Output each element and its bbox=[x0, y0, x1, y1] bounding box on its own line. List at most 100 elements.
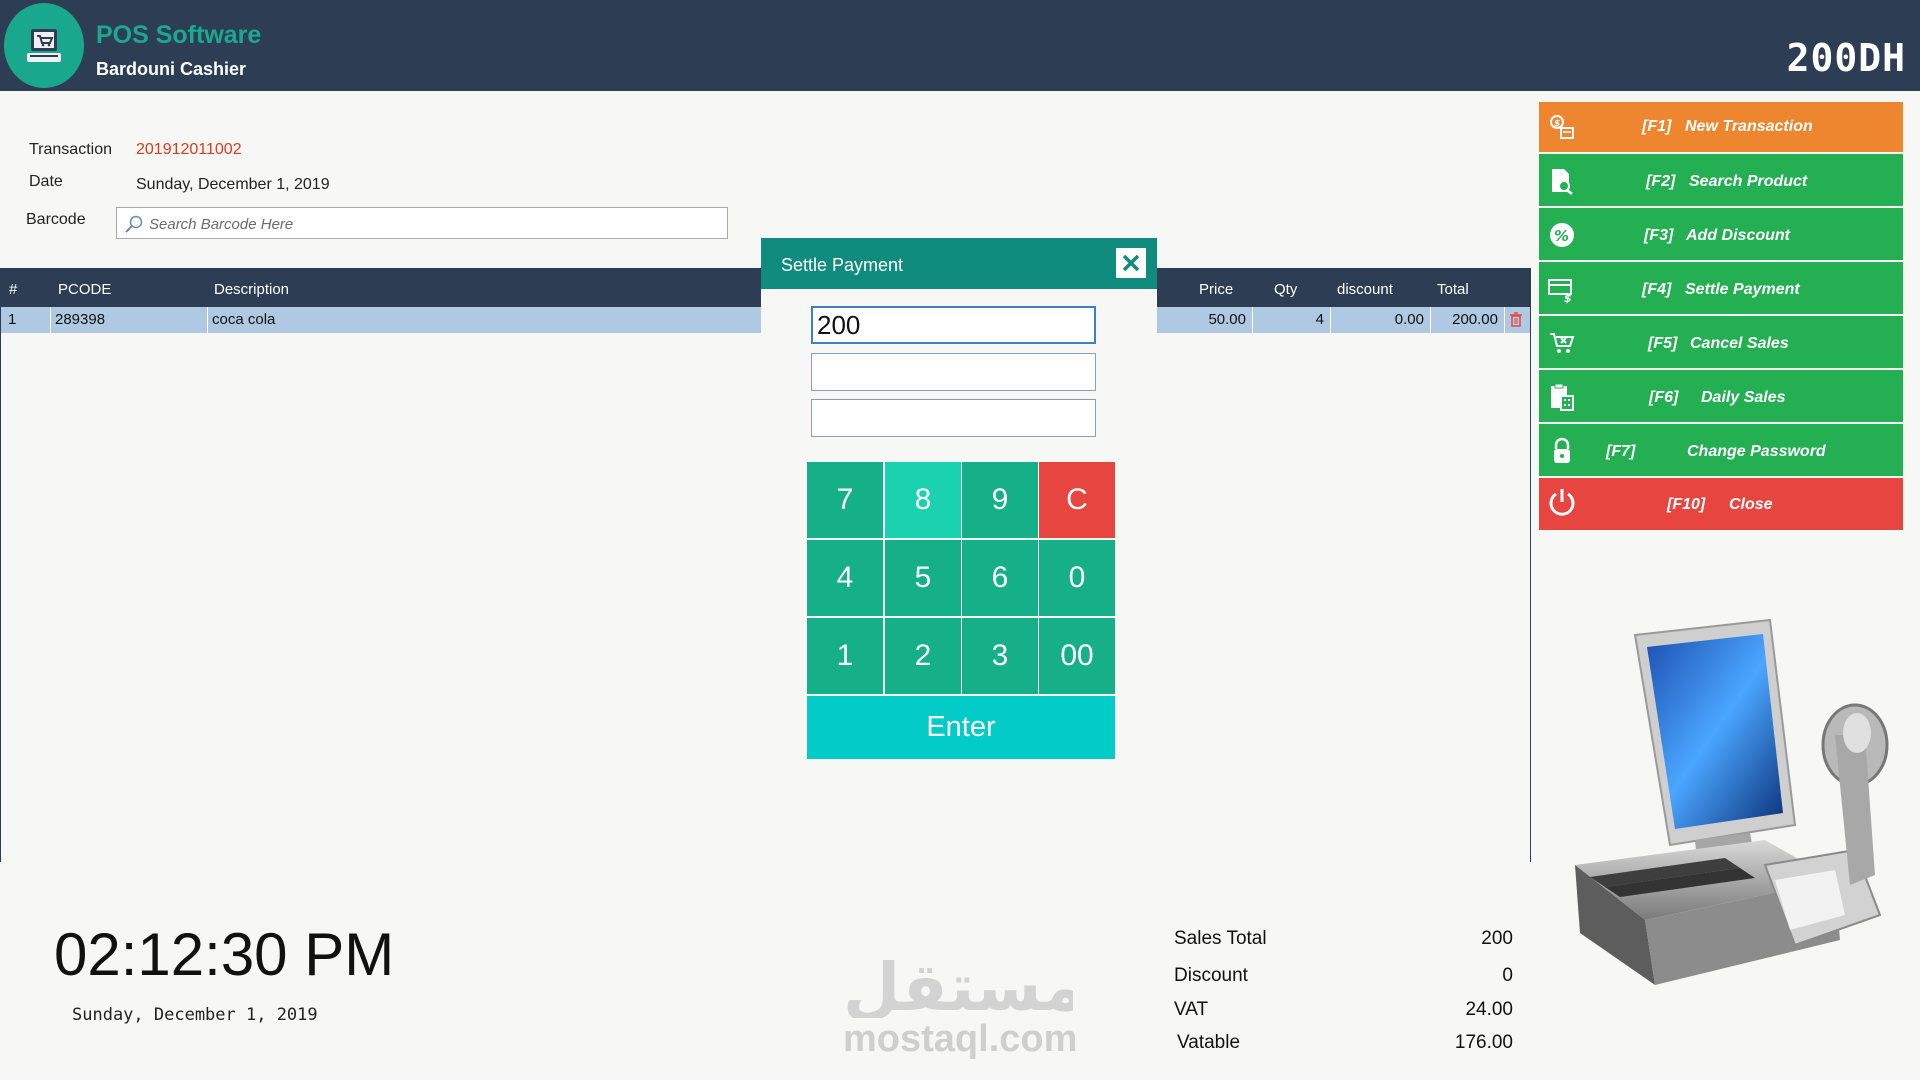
cancel-sales-button[interactable]: [F5] Cancel Sales bbox=[1539, 316, 1903, 370]
cashier-cart-icon bbox=[27, 28, 61, 62]
column-header-qty: Qty bbox=[1274, 281, 1298, 298]
sales-total-value: 200 bbox=[1481, 928, 1513, 949]
cart-cancel-icon bbox=[1550, 333, 1575, 353]
keypad-1-button[interactable]: 1 bbox=[807, 618, 883, 694]
transaction-label: Transaction bbox=[29, 141, 112, 158]
column-header-discount: discount bbox=[1337, 281, 1393, 298]
svg-text:$: $ bbox=[1554, 119, 1560, 129]
action-label: Change Password bbox=[1687, 443, 1826, 460]
vatable-label: Vatable bbox=[1177, 1032, 1241, 1053]
svg-text:%: % bbox=[1554, 227, 1569, 245]
action-label: Daily Sales bbox=[1701, 389, 1786, 406]
action-key: [F5] bbox=[1648, 335, 1678, 352]
keypad-4-button[interactable]: 4 bbox=[807, 540, 883, 616]
svg-text:$: $ bbox=[1564, 292, 1572, 304]
column-header-price: Price bbox=[1199, 281, 1234, 298]
clock-date: Sunday, December 1, 2019 bbox=[72, 1005, 318, 1025]
vatable-value: 176.00 bbox=[1454, 1032, 1513, 1053]
payment-amount-input[interactable] bbox=[811, 306, 1096, 344]
watermark-logo: مستقل bbox=[843, 948, 1084, 1026]
action-key: [F3] bbox=[1644, 227, 1674, 244]
cell-total: 200.00 bbox=[1431, 307, 1505, 333]
keypad-clear-button[interactable]: C bbox=[1039, 462, 1115, 538]
keypad-7-button[interactable]: 7 bbox=[807, 462, 883, 538]
cell-discount: 0.00 bbox=[1331, 307, 1431, 333]
action-key: [F6] bbox=[1649, 389, 1679, 406]
watermark-text: mostaql.com bbox=[843, 1018, 1078, 1060]
keypad-2-button[interactable]: 2 bbox=[885, 618, 961, 694]
new-transaction-button[interactable]: $ [F1] New Transaction bbox=[1539, 102, 1903, 152]
watermark-graphic: مستقل bbox=[843, 949, 1084, 1026]
search-icon bbox=[125, 215, 143, 233]
dialog-header: Settle Payment bbox=[761, 238, 1157, 289]
daily-sales-icon bbox=[1551, 383, 1574, 411]
payment-change-input[interactable] bbox=[811, 399, 1096, 437]
action-label: New Transaction bbox=[1685, 118, 1813, 135]
cell-price: 50.00 bbox=[1161, 307, 1253, 333]
action-key: [F4] bbox=[1642, 281, 1672, 298]
action-label: Close bbox=[1729, 496, 1773, 513]
sales-total-label: Sales Total bbox=[1174, 928, 1267, 949]
date-label: Date bbox=[29, 173, 63, 190]
payment-cash-input[interactable] bbox=[811, 353, 1096, 391]
app-logo bbox=[4, 3, 84, 88]
pos-terminal-illustration bbox=[1575, 618, 1889, 985]
amount-display: 200DH bbox=[1786, 36, 1906, 80]
app-title: POS Software bbox=[96, 21, 262, 49]
barcode-label: Barcode bbox=[26, 211, 86, 228]
app-subtitle: Bardouni Cashier bbox=[96, 59, 247, 79]
clock-time: 02:12:30 PM bbox=[54, 921, 395, 988]
app-header: POS Software Bardouni Cashier 200DH bbox=[0, 0, 1920, 91]
transaction-number: 201912011002 bbox=[136, 141, 242, 158]
keypad-3-button[interactable]: 3 bbox=[962, 618, 1038, 694]
keypad-6-button[interactable]: 6 bbox=[962, 540, 1038, 616]
vat-label: VAT bbox=[1174, 999, 1209, 1020]
enter-button[interactable]: Enter bbox=[807, 696, 1115, 759]
column-header-total: Total bbox=[1437, 281, 1469, 298]
settle-payment-button[interactable]: $ [F4] Settle Payment bbox=[1539, 262, 1903, 316]
close-button[interactable]: [F10] Close bbox=[1539, 478, 1903, 530]
action-key: [F1] bbox=[1642, 118, 1672, 135]
close-icon bbox=[1122, 254, 1140, 272]
action-key: [F10] bbox=[1667, 496, 1706, 513]
new-transaction-icon: $ bbox=[1550, 115, 1574, 139]
action-label: Cancel Sales bbox=[1690, 335, 1789, 352]
lock-icon bbox=[1554, 437, 1570, 463]
cell-qty: 4 bbox=[1253, 307, 1331, 333]
keypad-00-button[interactable]: 00 bbox=[1039, 618, 1115, 694]
discount-value: 0 bbox=[1502, 965, 1513, 986]
keypad-5-button[interactable]: 5 bbox=[885, 540, 961, 616]
vat-value: 24.00 bbox=[1465, 999, 1513, 1020]
keypad-8-button[interactable]: 8 bbox=[885, 462, 961, 538]
settle-payment-dialog: Settle Payment 7 8 9 C 4 5 6 0 1 2 3 00 … bbox=[761, 238, 1157, 759]
action-label: Add Discount bbox=[1686, 227, 1790, 244]
cell-num: 1 bbox=[1, 307, 51, 333]
cell-pcode: 289398 bbox=[51, 307, 208, 333]
barcode-field[interactable] bbox=[116, 207, 728, 239]
change-password-button[interactable]: [F7] Change Password bbox=[1539, 424, 1903, 478]
column-header-pcode: PCODE bbox=[58, 281, 112, 298]
add-discount-button[interactable]: % [F3] Add Discount bbox=[1539, 208, 1903, 262]
action-label: Search Product bbox=[1689, 173, 1808, 190]
search-product-icon bbox=[1552, 169, 1573, 195]
discount-icon: % bbox=[1550, 223, 1574, 247]
column-header-description: Description bbox=[214, 281, 290, 298]
daily-sales-button[interactable]: [F6] Daily Sales bbox=[1539, 370, 1903, 424]
watermark-arabic: مستقل bbox=[843, 949, 1073, 1018]
keypad-9-button[interactable]: 9 bbox=[962, 462, 1038, 538]
delete-icon[interactable] bbox=[1509, 312, 1523, 328]
barcode-input[interactable] bbox=[147, 211, 721, 237]
dialog-title: Settle Payment bbox=[781, 255, 904, 275]
payment-icon: $ bbox=[1548, 279, 1572, 304]
search-product-button[interactable]: [F2] Search Product bbox=[1539, 154, 1903, 208]
action-key: [F7] bbox=[1606, 443, 1636, 460]
power-icon bbox=[1549, 489, 1575, 516]
action-key: [F2] bbox=[1646, 173, 1676, 190]
cell-description: coca cola bbox=[212, 311, 276, 328]
date-value: Sunday, December 1, 2019 bbox=[136, 176, 330, 193]
keypad-0-button[interactable]: 0 bbox=[1039, 540, 1115, 616]
discount-label: Discount bbox=[1174, 965, 1248, 986]
action-label: Settle Payment bbox=[1685, 281, 1800, 298]
dialog-close-button[interactable] bbox=[1116, 248, 1146, 278]
column-header-num: # bbox=[9, 281, 18, 298]
